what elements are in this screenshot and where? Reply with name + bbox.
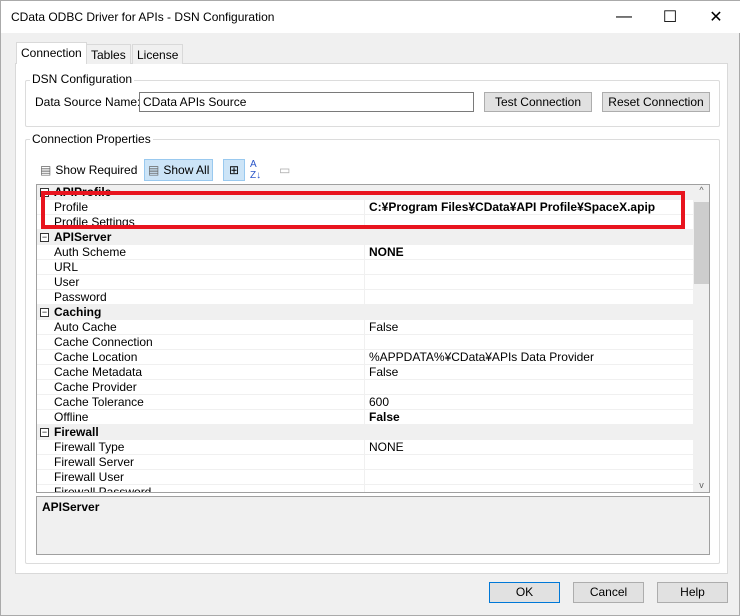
property-name: Firewall User — [54, 470, 365, 485]
property-name: Cache Location — [54, 350, 365, 365]
property-row[interactable]: Offline False — [37, 410, 693, 425]
dsn-name-label: Data Source Name: — [35, 95, 141, 109]
property-row[interactable]: Auth Scheme NONE — [37, 245, 693, 260]
property-pages-icon[interactable]: ▭ — [276, 159, 293, 181]
property-name: Auto Cache — [54, 320, 365, 335]
property-row[interactable]: Cache Location %APPDATA%¥CData¥APIs Data … — [37, 350, 693, 365]
collapse-icon[interactable]: − — [40, 308, 49, 317]
list-icon: ▤ — [40, 163, 52, 177]
property-row[interactable]: Cache Metadata False — [37, 365, 693, 380]
cancel-button[interactable]: Cancel — [573, 582, 644, 603]
collapse-icon[interactable]: − — [40, 428, 49, 437]
property-name: User — [54, 275, 365, 290]
category-row[interactable]: − Caching — [37, 305, 693, 320]
list-icon: ▤ — [148, 163, 160, 177]
property-name: Cache Metadata — [54, 365, 365, 380]
property-name: URL — [54, 260, 365, 275]
minimize-button[interactable]: — — [601, 1, 647, 33]
property-row[interactable]: Cache Tolerance 600 — [37, 395, 693, 410]
property-name: Firewall Server — [54, 455, 365, 470]
property-name: Firewall Password — [54, 485, 365, 492]
tab-connection[interactable]: Connection — [16, 42, 87, 64]
test-connection-button[interactable]: Test Connection — [484, 92, 592, 112]
scrollbar-thumb[interactable] — [694, 202, 709, 284]
property-value[interactable]: False — [369, 410, 693, 425]
property-value[interactable]: %APPDATA%¥CData¥APIs Data Provider — [369, 350, 693, 365]
category-row[interactable]: − APIServer — [37, 230, 693, 245]
property-value[interactable]: NONE — [369, 440, 693, 455]
dsn-name-input[interactable]: CData APIs Source — [139, 92, 474, 112]
reset-connection-button[interactable]: Reset Connection — [602, 92, 710, 112]
category-row[interactable]: − Firewall — [37, 425, 693, 440]
property-value[interactable]: NONE — [369, 245, 693, 260]
property-row[interactable]: Firewall User — [37, 470, 693, 485]
property-name: Auth Scheme — [54, 245, 365, 260]
property-name: Firewall Type — [54, 440, 365, 455]
tab-license[interactable]: License — [132, 44, 184, 64]
property-grid[interactable]: Firewall Password Firewall User Firewall S… — [36, 184, 710, 493]
title-bar: CData ODBC Driver for APIs - DSN Configu… — [1, 1, 740, 33]
property-row[interactable]: Firewall Password — [37, 485, 693, 492]
property-name: Cache Tolerance — [54, 395, 365, 410]
property-name: Password — [54, 290, 365, 305]
property-row[interactable]: User — [37, 275, 693, 290]
tab-tables[interactable]: Tables — [86, 44, 131, 64]
category-label: APIServer — [54, 230, 112, 244]
property-value[interactable]: 600 — [369, 395, 693, 410]
show-required-button[interactable]: ▤ Show Required — [37, 159, 140, 181]
vertical-scrollbar[interactable]: ^ v — [693, 185, 709, 492]
property-name: Offline — [54, 410, 365, 425]
description-panel: APIServer — [36, 496, 710, 555]
property-row[interactable]: Firewall Server — [37, 455, 693, 470]
property-name: Cache Provider — [54, 380, 365, 395]
property-name: Cache Connection — [54, 335, 365, 350]
property-value[interactable]: False — [369, 365, 693, 380]
show-all-button[interactable]: ▤ Show All — [144, 159, 214, 181]
window-title: CData ODBC Driver for APIs - DSN Configu… — [11, 10, 275, 24]
sort-alphabetical-icon[interactable]: A Z↓ — [247, 159, 264, 181]
category-label: Caching — [54, 305, 102, 319]
property-row[interactable]: Cache Connection — [37, 335, 693, 350]
dsn-group-label: DSN Configuration — [30, 72, 135, 86]
description-title: APIServer — [42, 500, 100, 514]
ok-button[interactable]: OK — [489, 582, 560, 603]
collapse-icon[interactable]: − — [40, 233, 49, 242]
close-button[interactable]: ✕ — [693, 1, 739, 33]
highlight-box — [41, 191, 685, 229]
property-value[interactable]: False — [369, 320, 693, 335]
category-label: Firewall — [54, 425, 99, 439]
property-row[interactable]: Password — [37, 290, 693, 305]
property-row[interactable]: URL — [37, 260, 693, 275]
maximize-button[interactable]: ☐ — [647, 1, 693, 33]
property-row[interactable]: Firewall Type NONE — [37, 440, 693, 455]
property-row[interactable]: Auto Cache False — [37, 320, 693, 335]
help-button[interactable]: Help — [657, 582, 728, 603]
property-row[interactable]: Cache Provider — [37, 380, 693, 395]
connection-properties-label: Connection Properties — [30, 132, 153, 146]
categorized-icon[interactable]: ⊞ — [223, 159, 245, 181]
